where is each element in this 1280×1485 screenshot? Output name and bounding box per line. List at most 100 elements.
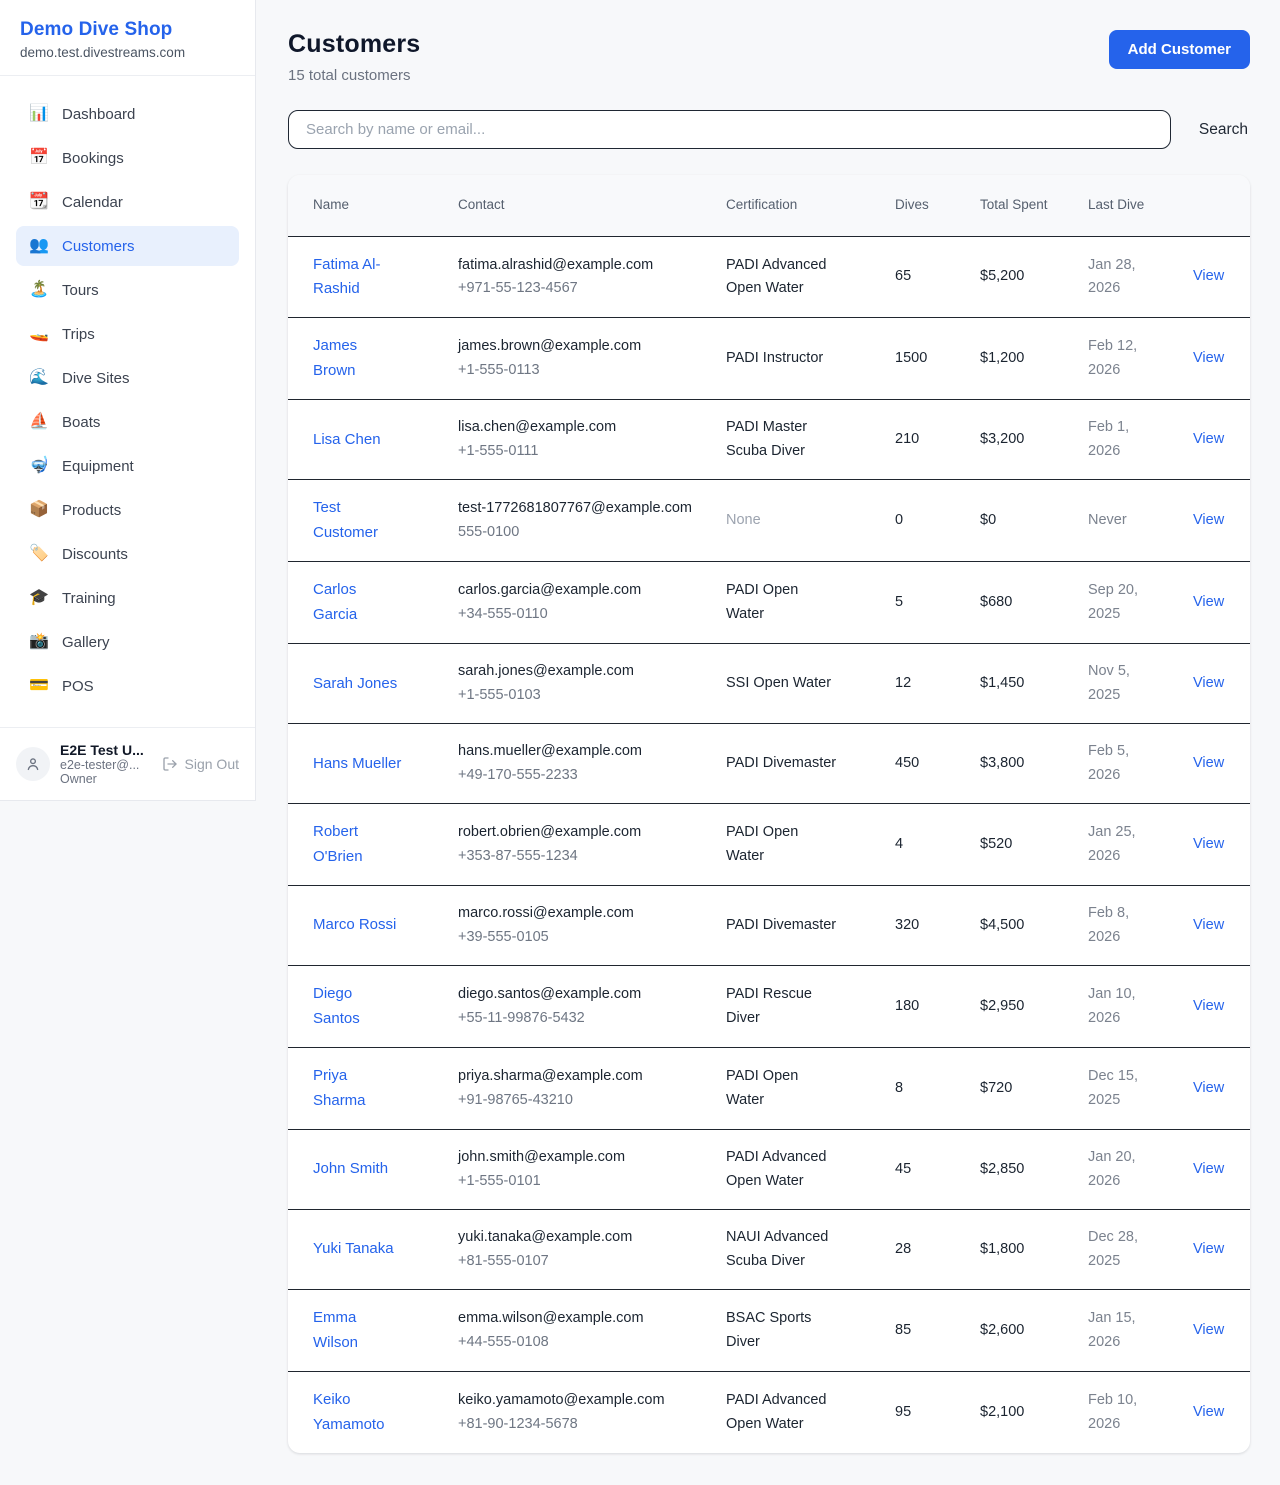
search-input[interactable] (288, 110, 1171, 149)
customer-dives: 8 (895, 1080, 903, 1096)
sidebar-item-trips[interactable]: 🚤 Trips (16, 314, 239, 354)
view-customer-link[interactable]: View (1193, 1322, 1224, 1338)
customer-certification: None (726, 512, 761, 528)
customer-name-link[interactable]: Lisa Chen (313, 431, 381, 448)
user-footer: E2E Test U... e2e-tester@... Owner Sign … (0, 727, 255, 800)
view-customer-link[interactable]: View (1193, 1161, 1224, 1177)
table-row: Carlos Garcia carlos.garcia@example.com … (288, 562, 1250, 644)
customer-last-dive: Jan 25, 2026 (1088, 824, 1136, 863)
column-header-certification: Certification (726, 175, 895, 236)
view-customer-link[interactable]: View (1193, 431, 1224, 447)
customer-certification: SSI Open Water (726, 675, 831, 691)
sidebar-item-calendar[interactable]: 📆 Calendar (16, 182, 239, 222)
view-customer-link[interactable]: View (1193, 1241, 1224, 1257)
customer-email: hans.mueller@example.com (458, 740, 714, 763)
customer-email: fatima.alrashid@example.com (458, 254, 714, 277)
sidebar-item-label: Training (62, 590, 116, 607)
brand-domain: demo.test.divestreams.com (20, 45, 235, 60)
sidebar-item-equipment[interactable]: 🤿 Equipment (16, 446, 239, 486)
customer-name-link[interactable]: Carlos Garcia (313, 581, 357, 622)
nav-icon: 🌊 (28, 370, 50, 386)
view-customer-link[interactable]: View (1193, 512, 1224, 528)
customer-dives: 180 (895, 998, 919, 1014)
nav-icon: ⛵ (28, 414, 50, 430)
sidebar-item-customers[interactable]: 👥 Customers (16, 226, 239, 266)
table-row: Robert O'Brien robert.obrien@example.com… (288, 804, 1250, 886)
search-button[interactable]: Search (1197, 117, 1250, 143)
nav-icon: 📊 (28, 106, 50, 122)
user-name: E2E Test U... (60, 742, 152, 758)
sidebar-item-dashboard[interactable]: 📊 Dashboard (16, 94, 239, 134)
sidebar-item-pos[interactable]: 💳 POS (16, 666, 239, 706)
customer-phone: +353-87-555-1234 (458, 845, 714, 868)
customer-certification: PADI Master Scuba Diver (726, 419, 807, 458)
customer-name-link[interactable]: Yuki Tanaka (313, 1240, 394, 1257)
view-customer-link[interactable]: View (1193, 1404, 1224, 1420)
customer-name-link[interactable]: Fatima Al-Rashid (313, 256, 381, 297)
customer-name-link[interactable]: John Smith (313, 1160, 388, 1177)
add-customer-button[interactable]: Add Customer (1109, 30, 1250, 69)
customer-certification: PADI Instructor (726, 350, 823, 366)
sidebar-item-dive-sites[interactable]: 🌊 Dive Sites (16, 358, 239, 398)
customer-name-link[interactable]: Sarah Jones (313, 675, 397, 692)
view-customer-link[interactable]: View (1193, 998, 1224, 1014)
customer-dives: 320 (895, 917, 919, 933)
view-customer-link[interactable]: View (1193, 268, 1224, 284)
sign-out-button[interactable]: Sign Out (162, 756, 239, 772)
customer-dives: 450 (895, 755, 919, 771)
table-row: Emma Wilson emma.wilson@example.com +44-… (288, 1290, 1250, 1372)
sidebar-item-products[interactable]: 📦 Products (16, 490, 239, 530)
customer-name-link[interactable]: Robert O'Brien (313, 823, 363, 864)
page-title: Customers (288, 30, 420, 59)
customer-name-link[interactable]: Hans Mueller (313, 755, 401, 772)
customer-name-link[interactable]: Keiko Yamamoto (313, 1391, 384, 1432)
sidebar-item-tours[interactable]: 🏝️ Tours (16, 270, 239, 310)
view-customer-link[interactable]: View (1193, 1080, 1224, 1096)
customer-certification: PADI Open Water (726, 582, 798, 621)
customer-name-link[interactable]: Marco Rossi (313, 916, 396, 933)
user-info: E2E Test U... e2e-tester@... Owner (60, 742, 152, 786)
nav-icon: 📅 (28, 150, 50, 166)
sidebar-item-label: Customers (62, 238, 135, 255)
sidebar-item-bookings[interactable]: 📅 Bookings (16, 138, 239, 178)
sidebar-item-training[interactable]: 🎓 Training (16, 578, 239, 618)
nav-icon: 👥 (28, 238, 50, 254)
customer-email: emma.wilson@example.com (458, 1307, 714, 1330)
sidebar: Demo Dive Shop demo.test.divestreams.com… (0, 0, 256, 801)
search-row: Search (288, 110, 1250, 149)
table-row: Hans Mueller hans.mueller@example.com +4… (288, 724, 1250, 804)
view-customer-link[interactable]: View (1193, 350, 1224, 366)
column-header-actions (1193, 175, 1250, 236)
sidebar-item-label: Bookings (62, 150, 124, 167)
nav-icon: 🎓 (28, 590, 50, 606)
sidebar-item-discounts[interactable]: 🏷️ Discounts (16, 534, 239, 574)
nav-icon: 🏷️ (28, 546, 50, 562)
view-customer-link[interactable]: View (1193, 917, 1224, 933)
view-customer-link[interactable]: View (1193, 755, 1224, 771)
sidebar-item-label: Gallery (62, 634, 110, 651)
nav-icon: 📆 (28, 194, 50, 210)
table-header-row: Name Contact Certification Dives Total S… (288, 175, 1250, 236)
view-customer-link[interactable]: View (1193, 836, 1224, 852)
customer-last-dive: Feb 1, 2026 (1088, 419, 1129, 458)
customer-name-link[interactable]: Diego Santos (313, 985, 360, 1026)
sidebar-item-boats[interactable]: ⛵ Boats (16, 402, 239, 442)
customer-last-dive: Jan 15, 2026 (1088, 1310, 1136, 1349)
customer-total-spent: $1,800 (980, 1241, 1024, 1257)
customer-name-link[interactable]: James Brown (313, 337, 357, 378)
customer-last-dive: Sep 20, 2025 (1088, 582, 1138, 621)
customer-name-link[interactable]: Test Customer (313, 499, 378, 540)
customer-last-dive: Dec 15, 2025 (1088, 1068, 1138, 1107)
user-role: Owner (60, 772, 152, 786)
view-customer-link[interactable]: View (1193, 675, 1224, 691)
customer-name-link[interactable]: Emma Wilson (313, 1309, 358, 1350)
table-row: Priya Sharma priya.sharma@example.com +9… (288, 1048, 1250, 1130)
sidebar-item-gallery[interactable]: 📸 Gallery (16, 622, 239, 662)
customer-dives: 0 (895, 512, 903, 528)
customer-last-dive: Dec 28, 2025 (1088, 1229, 1138, 1268)
sidebar-item-label: Calendar (62, 194, 123, 211)
column-header-last-dive: Last Dive (1088, 175, 1193, 236)
column-header-contact: Contact (458, 175, 726, 236)
view-customer-link[interactable]: View (1193, 594, 1224, 610)
customer-name-link[interactable]: Priya Sharma (313, 1067, 366, 1108)
